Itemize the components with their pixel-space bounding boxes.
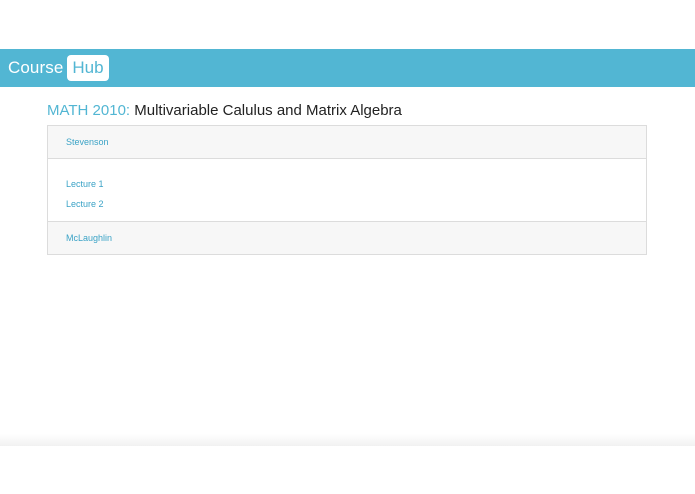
lecture-link-1[interactable]: Lecture 1	[66, 179, 104, 189]
page: Course Hub MATH 2010: Multivariable Calu…	[0, 0, 695, 494]
bottom-shadow-bar	[0, 434, 695, 446]
lecture-link-2[interactable]: Lecture 2	[66, 199, 104, 209]
list-item: Lecture 2	[66, 194, 646, 214]
list-item: Lecture 1	[66, 174, 646, 194]
instructor-row-mclaughlin: McLaughlin	[48, 221, 646, 254]
course-code: MATH 2010:	[47, 102, 131, 119]
page-title: MATH 2010: Multivariable Calulus and Mat…	[47, 102, 402, 119]
brand-course-text: Course	[8, 58, 64, 77]
brand-hub-badge: Hub	[67, 55, 109, 81]
instructor-row-stevenson: Stevenson	[48, 126, 646, 159]
top-navbar: Course Hub	[0, 49, 695, 87]
instructor-link-stevenson[interactable]: Stevenson	[66, 137, 109, 147]
course-name: Multivariable Calulus and Matrix Algebra	[134, 102, 402, 119]
brand-logo-link[interactable]: Course Hub	[8, 54, 109, 82]
lecture-list-stevenson: Lecture 1 Lecture 2	[48, 159, 646, 221]
instructor-panel: Stevenson Lecture 1 Lecture 2 McLaughlin	[47, 125, 647, 255]
instructor-link-mclaughlin[interactable]: McLaughlin	[66, 233, 112, 243]
